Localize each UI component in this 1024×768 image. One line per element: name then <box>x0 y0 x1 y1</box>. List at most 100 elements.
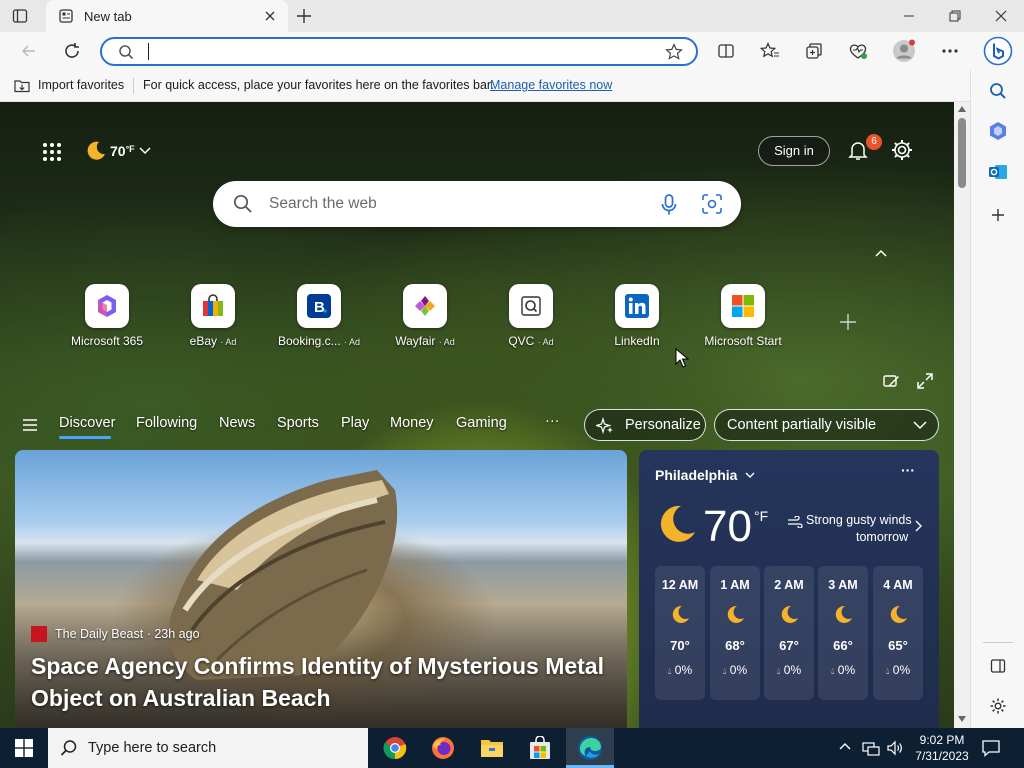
web-search-input[interactable]: Search the web <box>269 195 377 213</box>
back-button[interactable] <box>14 36 44 66</box>
favorite-star-icon[interactable] <box>665 43 683 61</box>
close-tab-icon[interactable] <box>264 10 276 22</box>
sidebar-hide-icon[interactable] <box>971 648 1024 684</box>
weather-card[interactable]: Philadelphia ··· 70 °F Strong gusty wind… <box>639 450 939 728</box>
profile-avatar[interactable] <box>889 36 919 66</box>
scroll-up-arrow-icon[interactable] <box>958 106 966 112</box>
feed-tab-gaming[interactable]: Gaming <box>456 415 507 431</box>
restore-button[interactable] <box>932 0 978 32</box>
start-button[interactable] <box>0 728 48 768</box>
bing-chat-icon[interactable] <box>981 34 1015 68</box>
tab-actions-icon[interactable] <box>12 8 28 24</box>
feed-tab-play[interactable]: Play <box>341 415 369 431</box>
personalize-sparkle-icon <box>596 417 614 435</box>
new-tab-button[interactable] <box>296 8 312 24</box>
raindrop-icon: 💧︎ <box>776 666 781 676</box>
sidebar-copilot-icon[interactable] <box>971 113 1024 149</box>
feed-tab-following[interactable]: Following <box>136 415 197 431</box>
minimize-button[interactable] <box>886 0 932 32</box>
taskbar-edge-icon[interactable] <box>566 728 614 768</box>
refresh-button[interactable] <box>57 36 87 66</box>
page-scrollbar[interactable] <box>954 102 970 728</box>
scrollbar-thumb[interactable] <box>958 118 966 188</box>
favorites-icon[interactable] <box>755 36 785 66</box>
feed-more-tabs[interactable]: ··· <box>545 413 560 429</box>
personalize-button[interactable]: Personalize <box>584 409 706 441</box>
quick-link-qvc[interactable]: QVC · Ad <box>478 284 584 354</box>
quick-link-label: LinkedIn <box>614 334 660 348</box>
add-quick-link-icon[interactable] <box>838 312 858 332</box>
split-screen-icon[interactable] <box>711 36 741 66</box>
apps-launcher-icon[interactable] <box>42 142 62 162</box>
sidebar-add-icon[interactable] <box>971 197 1024 233</box>
volume-icon[interactable] <box>886 739 904 757</box>
wind-icon <box>787 516 803 528</box>
edit-background-icon[interactable] <box>882 372 900 390</box>
feed-tab-sports[interactable]: Sports <box>277 415 319 431</box>
feed-tab-money[interactable]: Money <box>390 415 434 431</box>
show-hidden-icons-chevron-icon[interactable] <box>838 741 852 751</box>
weather-temp-unit: °F <box>754 508 769 524</box>
page-settings-gear-icon[interactable] <box>890 138 914 162</box>
content-visibility-dropdown[interactable]: Content partially visible <box>714 409 939 441</box>
hero-title[interactable]: Space Agency Confirms Identity of Myster… <box>31 650 621 714</box>
hour-temp: 68° <box>725 638 745 653</box>
hour-temp: 70° <box>670 638 690 653</box>
quick-link-linkedin[interactable]: LinkedIn <box>584 284 690 354</box>
hour-precip: 💧︎ 0% <box>710 663 760 677</box>
sign-in-button[interactable]: Sign in <box>758 136 830 166</box>
weather-location-selector[interactable]: Philadelphia <box>655 467 755 483</box>
fullscreen-expand-icon[interactable] <box>916 372 934 390</box>
hero-age: · 23h ago <box>146 627 200 641</box>
quick-link-microsoft-start[interactable]: Microsoft Start <box>690 284 796 354</box>
manage-favorites-link[interactable]: Manage favorites now <box>490 78 612 92</box>
text-caret <box>148 43 149 60</box>
taskbar-microsoft-store-icon[interactable] <box>516 728 564 768</box>
taskbar-search-input[interactable]: Type here to search <box>88 740 216 756</box>
ad-marker: · Ad <box>438 337 455 347</box>
voice-search-mic-icon[interactable] <box>661 194 677 216</box>
quick-link-booking[interactable]: B Booking.c... · Ad <box>266 284 372 354</box>
close-window-button[interactable] <box>978 0 1024 32</box>
notification-center-icon[interactable] <box>981 738 1001 758</box>
favorites-bar-message: For quick access, place your favorites h… <box>143 78 494 92</box>
browser-essentials-icon[interactable] <box>843 36 873 66</box>
hourly-forecast-item: 3 AM 66° 💧︎ 0% <box>818 566 868 700</box>
moon-icon <box>724 604 746 626</box>
feed-menu-hamburger-icon[interactable] <box>22 418 38 432</box>
quick-link-label: Wayfair <box>395 334 436 348</box>
header-weather[interactable]: 70 °F <box>84 138 151 164</box>
sidebar-outlook-icon[interactable] <box>971 154 1024 190</box>
weather-more-options[interactable]: ··· <box>901 462 915 478</box>
header-weather-unit: °F <box>125 144 135 154</box>
collections-icon[interactable] <box>799 36 829 66</box>
quick-link-wayfair[interactable]: Wayfair · Ad <box>372 284 478 354</box>
quick-link-label: QVC <box>508 334 535 348</box>
feed-tab-discover[interactable]: Discover <box>59 415 115 431</box>
taskbar-search-box[interactable]: Type here to search <box>48 728 368 768</box>
edge-sidebar <box>970 70 1024 728</box>
visual-search-icon[interactable] <box>702 194 722 214</box>
sidebar-search-icon[interactable] <box>971 73 1024 109</box>
chevron-right-icon[interactable] <box>915 520 923 532</box>
taskbar-file-explorer-icon[interactable] <box>468 728 516 768</box>
settings-more-icon[interactable] <box>935 36 965 66</box>
tab-new-tab[interactable]: New tab <box>46 0 288 32</box>
web-search-box[interactable]: Search the web <box>213 181 741 227</box>
quick-link-microsoft-365[interactable]: Microsoft 365 <box>54 284 160 354</box>
network-icon[interactable] <box>862 739 880 757</box>
quick-link-ebay[interactable]: eBay · Ad <box>160 284 266 354</box>
favorites-bar: Import favorites For quick access, place… <box>0 70 970 102</box>
address-bar[interactable] <box>100 37 698 66</box>
collapse-chevron-up-icon[interactable] <box>874 248 888 258</box>
taskbar-chrome-icon[interactable] <box>371 728 419 768</box>
taskbar-firefox-icon[interactable] <box>419 728 467 768</box>
feed-tab-news[interactable]: News <box>219 415 255 431</box>
system-clock[interactable]: 9:02 PM 7/31/2023 <box>912 732 972 764</box>
chevron-down-icon <box>139 147 151 155</box>
scroll-down-arrow-icon[interactable] <box>958 716 966 722</box>
sidebar-settings-icon[interactable] <box>971 688 1024 724</box>
hero-article-card[interactable]: The Daily Beast · 23h ago Space Agency C… <box>15 450 627 728</box>
import-favorites-link[interactable]: Import favorites <box>38 78 124 92</box>
favorites-divider <box>133 78 134 94</box>
